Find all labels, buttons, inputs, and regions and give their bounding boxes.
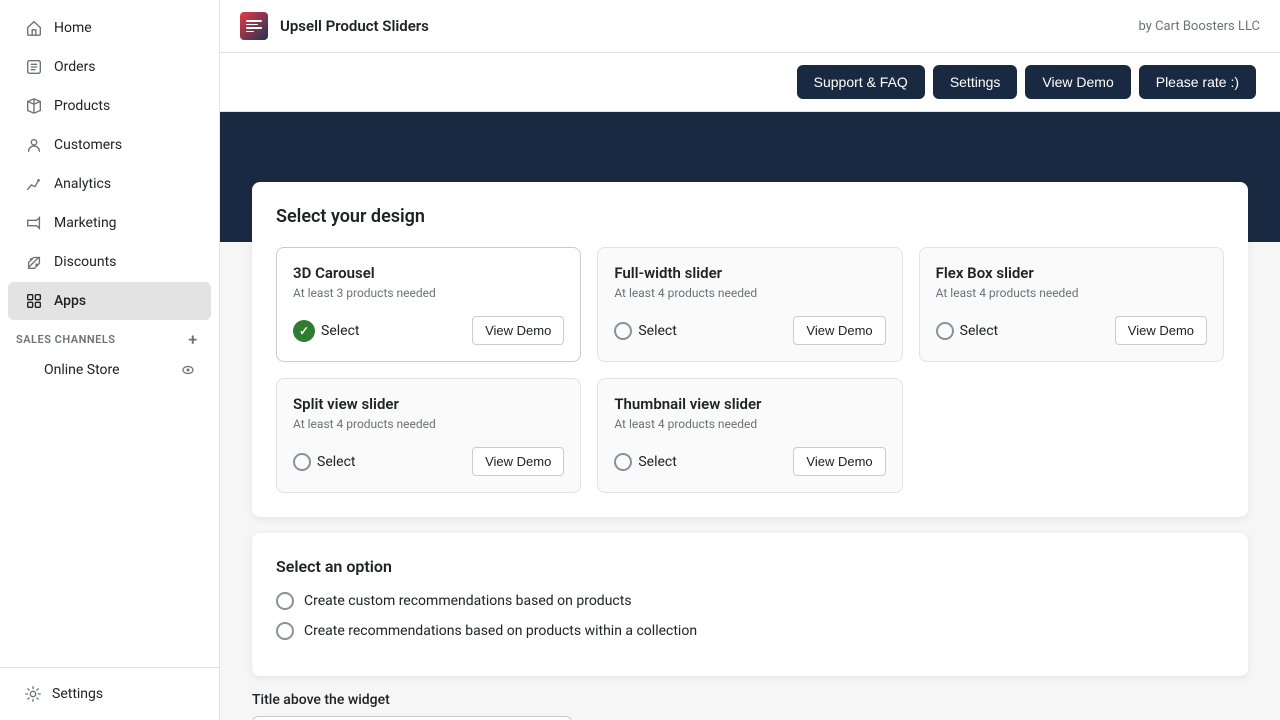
marketing-icon bbox=[24, 213, 44, 233]
sidebar-item-settings[interactable]: Settings bbox=[8, 676, 211, 712]
card-3d-carousel: 3D Carousel At least 3 products needed S… bbox=[276, 247, 581, 362]
add-sales-channel-button[interactable]: + bbox=[183, 329, 203, 349]
option-radio-custom bbox=[276, 592, 294, 610]
apps-icon bbox=[24, 291, 44, 311]
sidebar-item-home[interactable]: Home bbox=[8, 9, 211, 47]
sidebar-item-home-label: Home bbox=[54, 20, 92, 36]
card-split-view-slider-view-demo[interactable]: View Demo bbox=[472, 447, 564, 476]
radio-unselected-icon bbox=[614, 322, 632, 340]
cards-grid-row2: Split view slider At least 4 products ne… bbox=[276, 378, 1224, 493]
settings-button[interactable]: Settings bbox=[933, 65, 1018, 99]
card-thumbnail-view-slider-subtitle: At least 4 products needed bbox=[614, 417, 885, 431]
customers-icon bbox=[24, 135, 44, 155]
cards-grid-row1: 3D Carousel At least 3 products needed S… bbox=[276, 247, 1224, 362]
sidebar-nav: Home Orders Products bbox=[0, 0, 219, 667]
card-flex-box-slider-subtitle: At least 4 products needed bbox=[936, 286, 1207, 300]
title-above-widget-input[interactable] bbox=[252, 716, 572, 720]
design-section: Select your design 3D Carousel At least … bbox=[252, 182, 1248, 517]
option-custom-recommendations[interactable]: Create custom recommendations based on p… bbox=[276, 592, 1224, 610]
card-full-width-slider-select[interactable]: Select bbox=[614, 322, 676, 340]
sidebar-bottom: Settings bbox=[0, 667, 219, 720]
by-label: by Cart Boosters LLC bbox=[1138, 19, 1260, 34]
action-bar: Support & FAQ Settings View Demo Please … bbox=[220, 53, 1280, 112]
card-thumbnail-view-slider-select[interactable]: Select bbox=[614, 453, 676, 471]
card-split-view-slider: Split view slider At least 4 products ne… bbox=[276, 378, 581, 493]
card-full-width-slider: Full-width slider At least 4 products ne… bbox=[597, 247, 902, 362]
card-flex-box-slider-title: Flex Box slider bbox=[936, 264, 1207, 282]
option-radio-collection bbox=[276, 622, 294, 640]
main-content: Upsell Product Sliders by Cart Boosters … bbox=[220, 0, 1280, 720]
card-flex-box-slider: Flex Box slider At least 4 products need… bbox=[919, 247, 1224, 362]
sidebar-item-online-store[interactable]: Online Store bbox=[8, 354, 211, 386]
card-split-view-slider-title: Split view slider bbox=[293, 395, 564, 413]
radio-unselected-icon bbox=[293, 453, 311, 471]
analytics-icon bbox=[24, 174, 44, 194]
radio-unselected-icon bbox=[936, 322, 954, 340]
sidebar-item-products-label: Products bbox=[54, 98, 110, 114]
card-3d-carousel-actions: Select View Demo bbox=[293, 316, 564, 345]
sidebar: Home Orders Products bbox=[0, 0, 220, 720]
support-faq-button[interactable]: Support & FAQ bbox=[797, 65, 925, 99]
card-flex-box-slider-view-demo[interactable]: View Demo bbox=[1115, 316, 1207, 345]
card-split-view-slider-actions: Select View Demo bbox=[293, 447, 564, 476]
please-rate-button[interactable]: Please rate :) bbox=[1139, 65, 1256, 99]
title-section: Title above the widget bbox=[252, 692, 1248, 720]
sidebar-item-analytics[interactable]: Analytics bbox=[8, 165, 211, 203]
card-thumbnail-view-slider-actions: Select View Demo bbox=[614, 447, 885, 476]
option-custom-label: Create custom recommendations based on p… bbox=[304, 593, 632, 609]
card-flex-box-slider-actions: Select View Demo bbox=[936, 316, 1207, 345]
card-3d-carousel-view-demo[interactable]: View Demo bbox=[472, 316, 564, 345]
sidebar-item-discounts[interactable]: Discounts bbox=[8, 243, 211, 281]
card-3d-carousel-title: 3D Carousel bbox=[293, 264, 564, 282]
card-split-view-slider-subtitle: At least 4 products needed bbox=[293, 417, 564, 431]
card-full-width-slider-actions: Select View Demo bbox=[614, 316, 885, 345]
topbar: Upsell Product Sliders by Cart Boosters … bbox=[220, 0, 1280, 53]
radio-selected-icon bbox=[293, 320, 315, 342]
products-icon bbox=[24, 96, 44, 116]
option-collection-recommendations[interactable]: Create recommendations based on products… bbox=[276, 622, 1224, 640]
sidebar-item-apps[interactable]: Apps bbox=[8, 282, 211, 320]
sidebar-item-orders-label: Orders bbox=[54, 59, 96, 75]
options-section: Select an option Create custom recommend… bbox=[252, 533, 1248, 676]
eye-icon bbox=[181, 363, 195, 377]
sidebar-item-marketing-label: Marketing bbox=[54, 215, 117, 231]
title-above-widget-label: Title above the widget bbox=[252, 692, 1248, 708]
card-thumbnail-view-slider-title: Thumbnail view slider bbox=[614, 395, 885, 413]
card-3d-carousel-select[interactable]: Select bbox=[293, 320, 359, 342]
sidebar-item-customers-label: Customers bbox=[54, 137, 122, 153]
app-logo bbox=[240, 12, 268, 40]
app-title: Upsell Product Sliders bbox=[280, 17, 1126, 35]
radio-unselected-icon bbox=[614, 453, 632, 471]
sidebar-item-marketing[interactable]: Marketing bbox=[8, 204, 211, 242]
settings-icon bbox=[24, 685, 42, 703]
home-icon bbox=[24, 18, 44, 38]
sales-channels-section: SALES CHANNELS + bbox=[0, 321, 219, 353]
sidebar-item-orders[interactable]: Orders bbox=[8, 48, 211, 86]
orders-icon bbox=[24, 57, 44, 77]
option-collection-label: Create recommendations based on products… bbox=[304, 623, 697, 639]
card-thumbnail-view-slider: Thumbnail view slider At least 4 product… bbox=[597, 378, 902, 493]
sidebar-item-products[interactable]: Products bbox=[8, 87, 211, 125]
sidebar-item-apps-label: Apps bbox=[54, 293, 86, 309]
card-3d-carousel-subtitle: At least 3 products needed bbox=[293, 286, 564, 300]
design-section-title: Select your design bbox=[276, 206, 1224, 227]
card-split-view-slider-select[interactable]: Select bbox=[293, 453, 355, 471]
options-title: Select an option bbox=[276, 557, 1224, 576]
card-flex-box-slider-select[interactable]: Select bbox=[936, 322, 998, 340]
sidebar-item-customers[interactable]: Customers bbox=[8, 126, 211, 164]
card-full-width-slider-title: Full-width slider bbox=[614, 264, 885, 282]
card-thumbnail-view-slider-view-demo[interactable]: View Demo bbox=[793, 447, 885, 476]
sidebar-item-analytics-label: Analytics bbox=[54, 176, 111, 192]
sidebar-item-discounts-label: Discounts bbox=[54, 254, 116, 270]
settings-label: Settings bbox=[52, 686, 103, 702]
card-full-width-slider-subtitle: At least 4 products needed bbox=[614, 286, 885, 300]
view-demo-button[interactable]: View Demo bbox=[1025, 65, 1130, 99]
discounts-icon bbox=[24, 252, 44, 272]
card-full-width-slider-view-demo[interactable]: View Demo bbox=[793, 316, 885, 345]
content-area: Select your design 3D Carousel At least … bbox=[220, 112, 1280, 720]
